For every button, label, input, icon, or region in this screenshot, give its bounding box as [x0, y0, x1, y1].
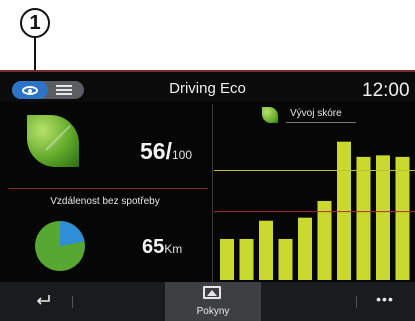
chart-bar: [356, 156, 371, 280]
eco-score-value: 56/: [140, 138, 172, 164]
chart-bar: [376, 155, 390, 280]
leaf-small-icon: [262, 107, 278, 123]
clock: 12:00: [362, 80, 410, 101]
eco-score: 56/100: [140, 138, 192, 165]
eco-score-max: 100: [171, 148, 193, 162]
section-divider: [8, 188, 208, 189]
distance-unit: Km: [164, 242, 183, 256]
distance-label: Vzdálenost bez spotřeby: [50, 196, 160, 207]
image-icon: [203, 286, 221, 299]
chart-bar: [395, 156, 410, 280]
driving-eco-screen: Driving Eco 12:00 56/100 Vzdálenost bez …: [0, 70, 415, 321]
back-button[interactable]: [28, 290, 58, 312]
distance-value: 65Km: [142, 236, 182, 259]
eco-leaf-icon: [27, 115, 79, 167]
back-arrow-icon: [36, 295, 50, 305]
chart-title: Vývoj skóre: [286, 108, 356, 123]
chart-bar: [337, 141, 351, 280]
chart-bar: [298, 217, 312, 280]
distance-number: 65: [142, 236, 165, 258]
chart-bar: [259, 220, 273, 280]
score-history-chart: [214, 141, 415, 280]
callout-marker: 1: [20, 8, 50, 38]
bar-separator: [72, 296, 73, 308]
tab-pokyny[interactable]: Pokyny: [165, 282, 261, 321]
page-title: Driving Eco: [169, 80, 246, 97]
distance-pie-chart: [35, 221, 85, 271]
chart-bar: [317, 200, 332, 280]
tab-pokyny-label: Pokyny: [196, 306, 230, 317]
chart-bar: [239, 238, 254, 280]
column-divider: [212, 104, 213, 282]
bar-separator: [356, 296, 357, 308]
chart-bar: [278, 238, 293, 280]
more-options-button[interactable]: •••: [372, 292, 398, 310]
bottom-bar: Pokyny •••: [0, 282, 415, 321]
header-bar: Driving Eco 12:00: [0, 72, 415, 102]
chart-bar: [220, 238, 234, 280]
